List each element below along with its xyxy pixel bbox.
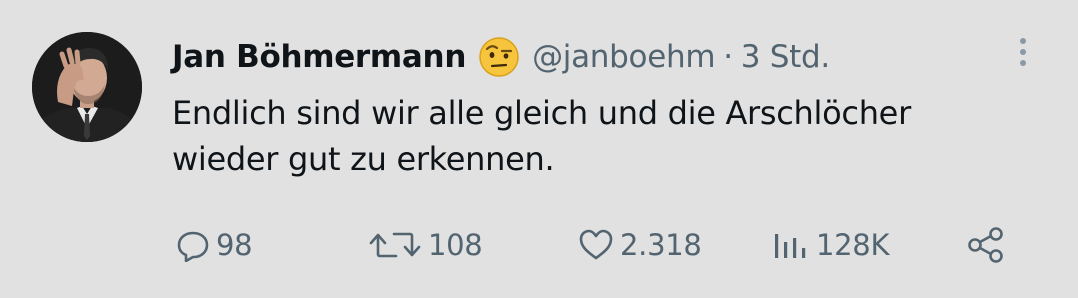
tweet-timestamp[interactable]: 3 Std. [741,39,830,75]
author-handle[interactable]: @janboehm [532,39,715,75]
tweet-text-line-2: wieder gut zu erkennen. [172,140,555,178]
more-vertical-icon[interactable] [1016,36,1030,72]
tweet-text: Endlich sind wir alle gleich und die Ars… [172,90,1052,182]
like-count: 2.318 [620,228,702,262]
header-separator: · [723,39,733,75]
like-button[interactable]: 2.318 [578,222,702,268]
retweet-icon [368,228,422,262]
avatar[interactable] [32,32,142,142]
tweet-header: Jan Böhmermann @janboehm · 3 Std. [172,34,830,80]
retweet-count: 108 [428,228,483,262]
reply-count: 98 [216,228,253,262]
share-icon [966,225,1006,265]
reply-button[interactable]: 98 [176,222,253,268]
heart-icon [578,228,614,262]
share-button[interactable] [966,222,1006,268]
views-icon [770,228,810,262]
raised-eyebrow-emoji-icon [478,36,520,78]
views-button[interactable]: 128K [770,222,889,268]
tweet[interactable]: Jan Böhmermann @janboehm · 3 Std. Endlic… [0,0,1078,298]
author-name[interactable]: Jan Böhmermann [172,39,466,75]
tweet-text-line-1: Endlich sind wir alle gleich und die Ars… [172,94,911,132]
tweet-actions: 98 108 2.318 128K [0,222,1078,268]
views-count: 128K [816,228,890,262]
retweet-button[interactable]: 108 [368,222,483,268]
reply-icon [176,228,210,262]
